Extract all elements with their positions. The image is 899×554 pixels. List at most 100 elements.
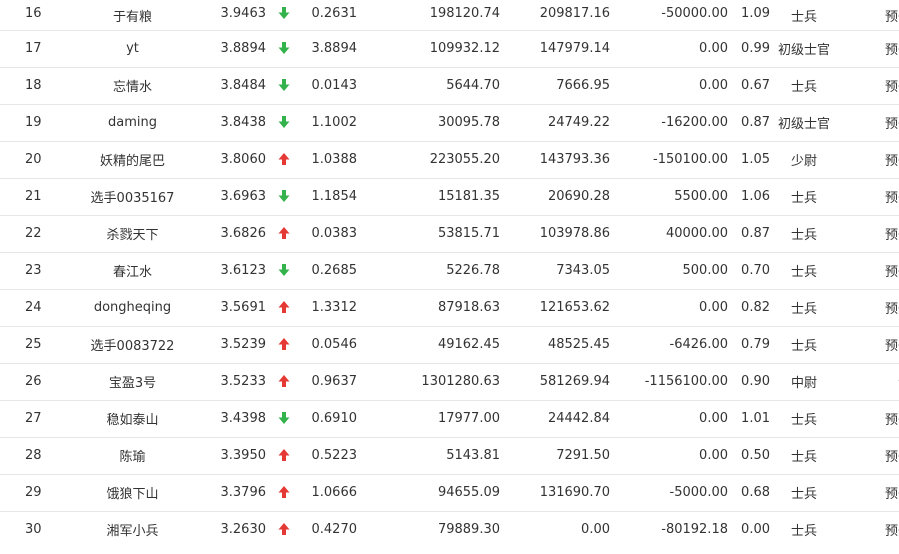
table-row[interactable]: 27 稳如泰山 3.4398 0.6910 17977.00 24442.84 0.00 1.… [0,400,899,438]
rank-cell: 21 [0,178,67,216]
value-3-cell: 0.00 [610,289,728,327]
unit-type-cell: 海军 [838,363,899,401]
player-name[interactable]: 春江水 [67,252,198,290]
player-name[interactable]: 选手0035167 [67,178,198,216]
value-1-cell: 5226.78 [357,252,500,290]
value-2-cell: 147979.14 [500,30,610,68]
value-1-cell: 223055.20 [357,141,500,179]
player-name[interactable]: 陈瑜 [67,437,198,475]
ratio-cell: 1.1002 [302,104,357,142]
rank-cell: 17 [0,30,67,68]
value-3-cell: -80192.18 [661,522,728,538]
value-4-cell: 0.99 [728,30,770,68]
unit-type-cell: 预备役 [838,215,899,253]
rank-cell: 23 [0,252,67,290]
table-row[interactable]: 16 于有粮 3.9463 0.2631 198120.74 209817.16 -5000… [0,0,899,31]
rank-cell: 26 [0,363,67,401]
rank-cell: 30 [25,522,42,538]
player-name[interactable]: daming [67,104,198,142]
rank-cell: 18 [0,67,67,105]
player-name[interactable]: 稳如泰山 [67,400,198,438]
military-rank-cell: 士兵 [770,326,838,364]
player-name[interactable]: 选手0083722 [67,326,198,364]
score-cell: 3.6826 [198,215,266,253]
military-rank-cell: 士兵 [770,400,838,438]
ratio-cell: 1.0388 [302,141,357,179]
value-1-cell: 5143.81 [357,437,500,475]
ratio-cell: 1.0666 [302,474,357,512]
arrow-down-icon [278,411,290,424]
arrow-up-icon [278,374,290,387]
table-row[interactable]: 25 选手0083722 3.5239 0.0546 49162.45 48525.45-… [0,326,899,364]
trend-cell [266,0,302,31]
trend-cell [266,30,302,68]
value-4-cell: 0.50 [728,437,770,475]
value-2-cell: 7666.95 [500,67,610,105]
value-4-cell: 0.87 [728,104,770,142]
rank-cell: 25 [0,326,67,364]
trend-cell [266,141,302,179]
table-row[interactable]: 19 daming 3.8438 1.1002 30095.78 24749.22 -162… [0,104,899,142]
unit-type-cell: 预备役 [838,326,899,364]
value-1-cell: 17977.00 [357,400,500,438]
table-row[interactable]: 28 陈瑜 3.3950 0.5223 5143.81 7291.50 0.00 0.50 士兵… [0,437,899,475]
arrow-up-icon [278,337,290,350]
table-row[interactable]: 21 选手0035167 3.6963 1.1854 15181.35 20690.28 5… [0,178,899,216]
military-rank-cell: 士兵 [770,437,838,475]
value-1-cell: 53815.71 [357,215,500,253]
table-row[interactable]: 29 饿狼下山 3.3796 1.0666 94655.09 131690.70 -5000… [0,474,899,512]
value-3-cell: -16200.00 [610,104,728,142]
value-1-cell: 109932.12 [357,30,500,68]
table-row[interactable]: 23 春江水 3.6123 0.2685 5226.78 7343.05 500.00 0.7… [0,252,899,290]
table-row[interactable]: 18 忘情水 3.8484 0.0143 5644.70 7666.95 0.00 0.67 士… [0,67,899,105]
player-name[interactable]: dongheqing [67,289,198,327]
trend-cell [266,178,302,216]
value-4-cell: 1.09 [728,0,770,31]
score-cell: 3.5239 [198,326,266,364]
unit-type-cell: 预备役 [838,437,899,475]
military-rank-cell: 士兵 [770,0,838,31]
score-cell: 3.3950 [198,437,266,475]
unit-type-cell: 预备役 [838,400,899,438]
value-3-cell: -150100.00 [610,141,728,179]
trend-cell [266,474,302,512]
value-1-cell: 198120.74 [357,0,500,31]
ratio-cell: 1.1854 [302,178,357,216]
table-row[interactable]: 30 湘军小兵 3.2630 0.4270 79889.30 0.00 -80192.18 0… [0,511,899,548]
value-1-cell: 15181.35 [357,178,500,216]
value-4-cell: 0.70 [728,252,770,290]
trend-cell [266,67,302,105]
score-cell: 3.2630 [220,522,267,538]
value-1-cell: 30095.78 [357,104,500,142]
player-name[interactable]: 饿狼下山 [67,474,198,512]
arrow-up-icon [278,226,290,239]
value-3-cell: 0.00 [610,67,728,105]
trend-cell [266,437,302,475]
rank-cell: 20 [0,141,67,179]
player-name[interactable]: 杀戮天下 [67,215,198,253]
score-cell: 3.6963 [198,178,266,216]
ratio-cell: 0.6910 [302,400,357,438]
table-row[interactable]: 24 dongheqing 3.5691 1.3312 87918.63 121653.6… [0,289,899,327]
player-name[interactable]: 忘情水 [67,67,198,105]
military-rank-cell: 士兵 [790,524,817,540]
table-row[interactable]: 22 杀戮天下 3.6826 0.0383 53815.71 103978.86 40000… [0,215,899,253]
table-row[interactable]: 17 yt 3.8894 3.8894 109932.12 147979.14 0.00 0.… [0,30,899,68]
player-name[interactable]: yt [67,30,198,68]
player-name[interactable]: 宝盈3号 [67,363,198,401]
score-cell: 3.4398 [198,400,266,438]
player-name[interactable]: 妖精的尾巴 [67,141,198,179]
table-row[interactable]: 20 妖精的尾巴 3.8060 1.0388 223055.20 143793.36 -15… [0,141,899,179]
arrow-down-icon [278,189,290,202]
ratio-cell: 0.0546 [302,326,357,364]
value-3-cell: 0.00 [610,437,728,475]
score-cell: 3.9463 [198,0,266,31]
military-rank-cell: 少尉 [770,141,838,179]
value-1-cell: 87918.63 [357,289,500,327]
player-name[interactable]: 于有粮 [67,0,198,31]
table-row[interactable]: 26 宝盈3号 3.5233 0.9637 1301280.63 581269.94 -11… [0,363,899,401]
ratio-cell: 0.2685 [302,252,357,290]
player-name[interactable]: 湘军小兵 [67,511,198,548]
rank-cell: 22 [0,215,67,253]
value-2-cell: 24749.22 [500,104,610,142]
